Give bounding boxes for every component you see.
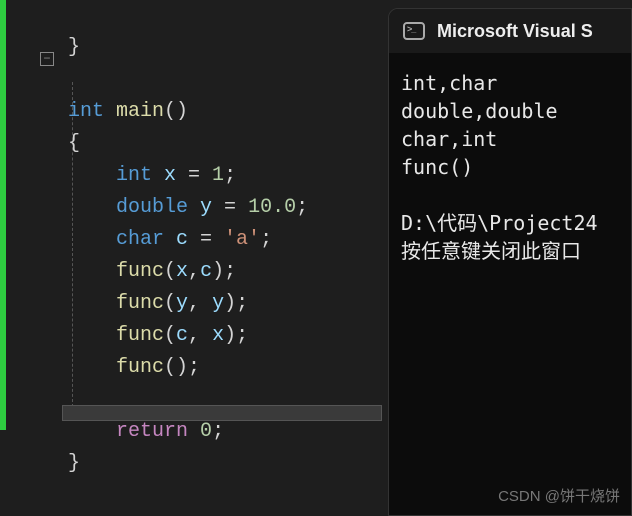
call-func: func xyxy=(68,356,164,379)
num-10: 10.0 xyxy=(248,196,296,219)
brace-close: } xyxy=(68,36,80,59)
keyword-int: int xyxy=(68,164,152,187)
out-prompt: 按任意键关闭此窗口 xyxy=(401,239,581,263)
brace-close: } xyxy=(68,452,80,475)
call-func: func xyxy=(68,260,164,283)
code-editor[interactable]: − } int main() { int x = 1; double y = 1… xyxy=(0,0,390,430)
keyword-return: return xyxy=(68,420,188,443)
out-line: char,int xyxy=(401,127,497,151)
out-path: D:\代码\Project24 xyxy=(401,211,598,235)
brace-open: { xyxy=(68,132,80,155)
out-line: func() xyxy=(401,155,473,179)
call-func: func xyxy=(68,324,164,347)
horizontal-scrollbar[interactable] xyxy=(62,405,382,421)
console-titlebar[interactable]: Microsoft Visual S xyxy=(389,9,631,53)
out-line: double,double xyxy=(401,99,558,123)
editor-gutter xyxy=(0,0,30,430)
keyword-char: char xyxy=(68,228,164,251)
keyword-double: double xyxy=(68,196,188,219)
paren: () xyxy=(164,100,188,123)
var-x: x xyxy=(152,164,188,187)
char-a: 'a' xyxy=(224,228,260,251)
func-main: main xyxy=(104,100,164,123)
out-line: int,char xyxy=(401,71,497,95)
terminal-icon xyxy=(403,22,425,40)
console-output: int,char double,double char,int func() D… xyxy=(389,53,631,265)
console-title: Microsoft Visual S xyxy=(437,21,593,42)
num-1: 1 xyxy=(212,164,224,187)
watermark: CSDN @饼干烧饼 xyxy=(498,485,620,506)
code-content[interactable]: } int main() { int x = 1; double y = 10.… xyxy=(30,0,308,430)
keyword-int: int xyxy=(68,100,104,123)
console-window[interactable]: Microsoft Visual S int,char double,doubl… xyxy=(388,8,632,516)
call-func: func xyxy=(68,292,164,315)
var-c: c xyxy=(164,228,200,251)
num-0: 0 xyxy=(200,420,212,443)
var-y: y xyxy=(188,196,224,219)
